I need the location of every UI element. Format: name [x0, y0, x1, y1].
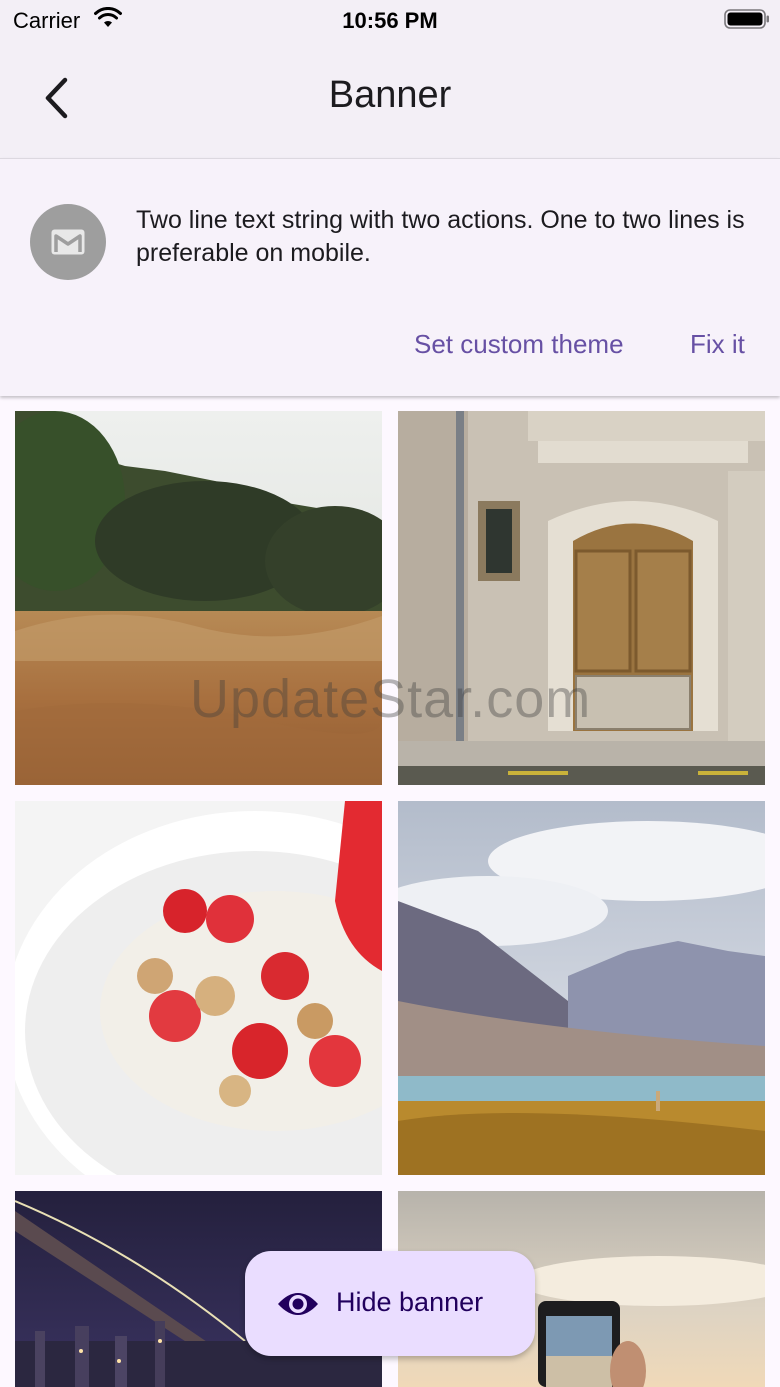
wooden-door-image	[398, 411, 765, 785]
gallery-image-wooden-door[interactable]	[398, 411, 765, 785]
banner: Two line text string with two actions. O…	[0, 158, 780, 396]
granola-bowl-image	[15, 801, 382, 1175]
eye-icon	[278, 1293, 318, 1315]
status-bar: Carrier 10:56 PM	[0, 0, 780, 40]
mail-icon	[51, 229, 85, 255]
banner-avatar	[30, 204, 106, 280]
hide-banner-label: Hide banner	[336, 1287, 484, 1317]
mountain-lake-image	[398, 801, 765, 1175]
app-bar: Banner	[0, 40, 780, 158]
set-custom-theme-button[interactable]: Set custom theme	[414, 329, 624, 360]
gallery-image-granola-bowl[interactable]	[15, 801, 382, 1175]
fix-it-button[interactable]: Fix it	[690, 329, 745, 360]
gallery-image-grass-field[interactable]	[15, 411, 382, 785]
battery-icon	[724, 9, 769, 29]
gallery-image-mountain-lake[interactable]	[398, 801, 765, 1175]
page-title: Banner	[328, 74, 452, 116]
grass-field-image	[15, 411, 382, 785]
banner-message: Two line text string with two actions. O…	[136, 206, 745, 267]
clock: 10:56 PM	[342, 8, 438, 33]
